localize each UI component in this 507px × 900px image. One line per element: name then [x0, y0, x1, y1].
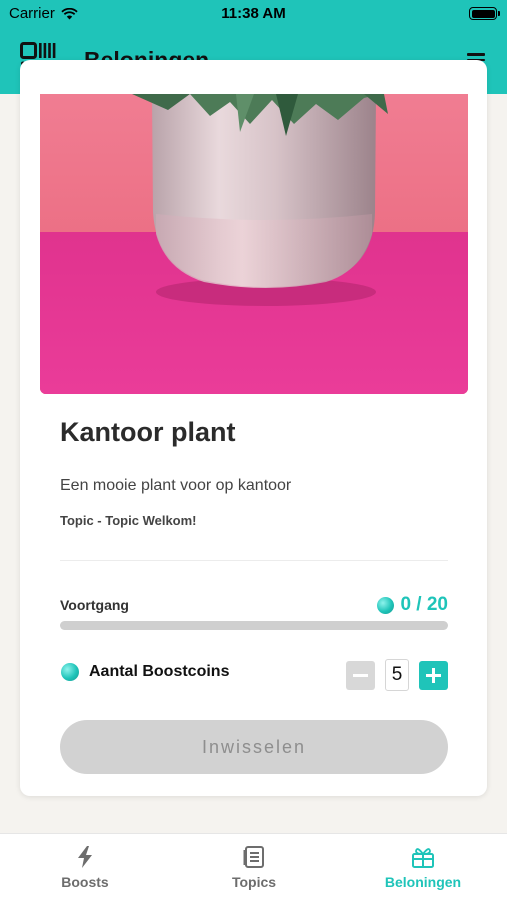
boostcoins-label: Aantal Boostcoins [89, 663, 230, 680]
book-icon [243, 846, 264, 868]
quantity-stepper-value[interactable]: 5 [385, 659, 409, 691]
tab-beloningen-label: Beloningen [384, 874, 462, 890]
progress-bar [60, 621, 448, 630]
reward-image [40, 94, 468, 394]
lightning-icon [78, 846, 92, 868]
boostcoin-icon [61, 663, 79, 681]
reward-topic: Topic - Topic Welkom! [60, 513, 197, 528]
boostcoin-icon [377, 596, 395, 614]
progress-value-text: 0 / 20 [400, 594, 448, 615]
tab-boosts[interactable]: Boosts [15, 846, 155, 890]
reward-description: Een mooie plant voor op kantoor [60, 477, 292, 494]
divider [60, 560, 448, 561]
tab-topics-label: Topics [231, 874, 277, 890]
increase-quantity-button[interactable] [419, 661, 448, 690]
decrease-quantity-button[interactable] [346, 661, 375, 690]
status-time: 11:38 AM [221, 5, 286, 22]
progress-value: 0 / 20 [377, 594, 448, 616]
tab-beloningen[interactable]: Beloningen [353, 846, 493, 890]
battery-icon [469, 7, 500, 20]
office-plant-in-pink-pot-photo [40, 94, 468, 394]
tab-topics[interactable]: Topics [184, 846, 324, 890]
redeem-button[interactable]: Inwisselen [60, 720, 448, 774]
reward-title: Kantoor plant [60, 417, 236, 447]
progress-label: Voortgang [60, 597, 129, 613]
status-bar: Carrier 11:38 AM [0, 0, 507, 30]
bottom-tab-bar: Boosts Topics Beloningen [0, 833, 507, 900]
gift-icon [412, 848, 434, 868]
tab-boosts-label: Boosts [61, 874, 109, 890]
